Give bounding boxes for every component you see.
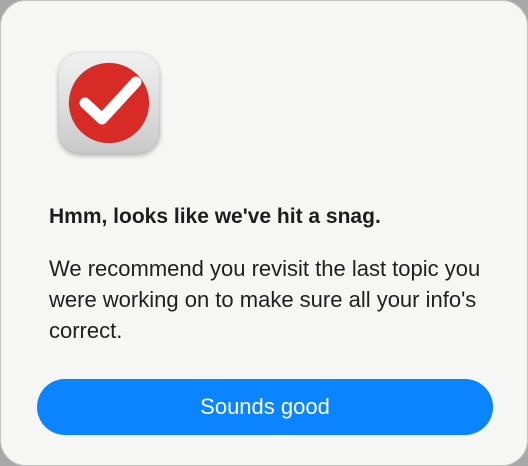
dialog-heading: Hmm, looks like we've hit a snag. [49, 205, 381, 228]
dialog-message: We recommend you revisit the last topic … [49, 256, 481, 343]
sounds-good-button[interactable]: Sounds good [37, 379, 493, 435]
alert-dialog: Hmm, looks like we've hit a snag. We rec… [0, 0, 528, 466]
app-icon [58, 52, 160, 154]
checkmark-icon [68, 62, 150, 144]
